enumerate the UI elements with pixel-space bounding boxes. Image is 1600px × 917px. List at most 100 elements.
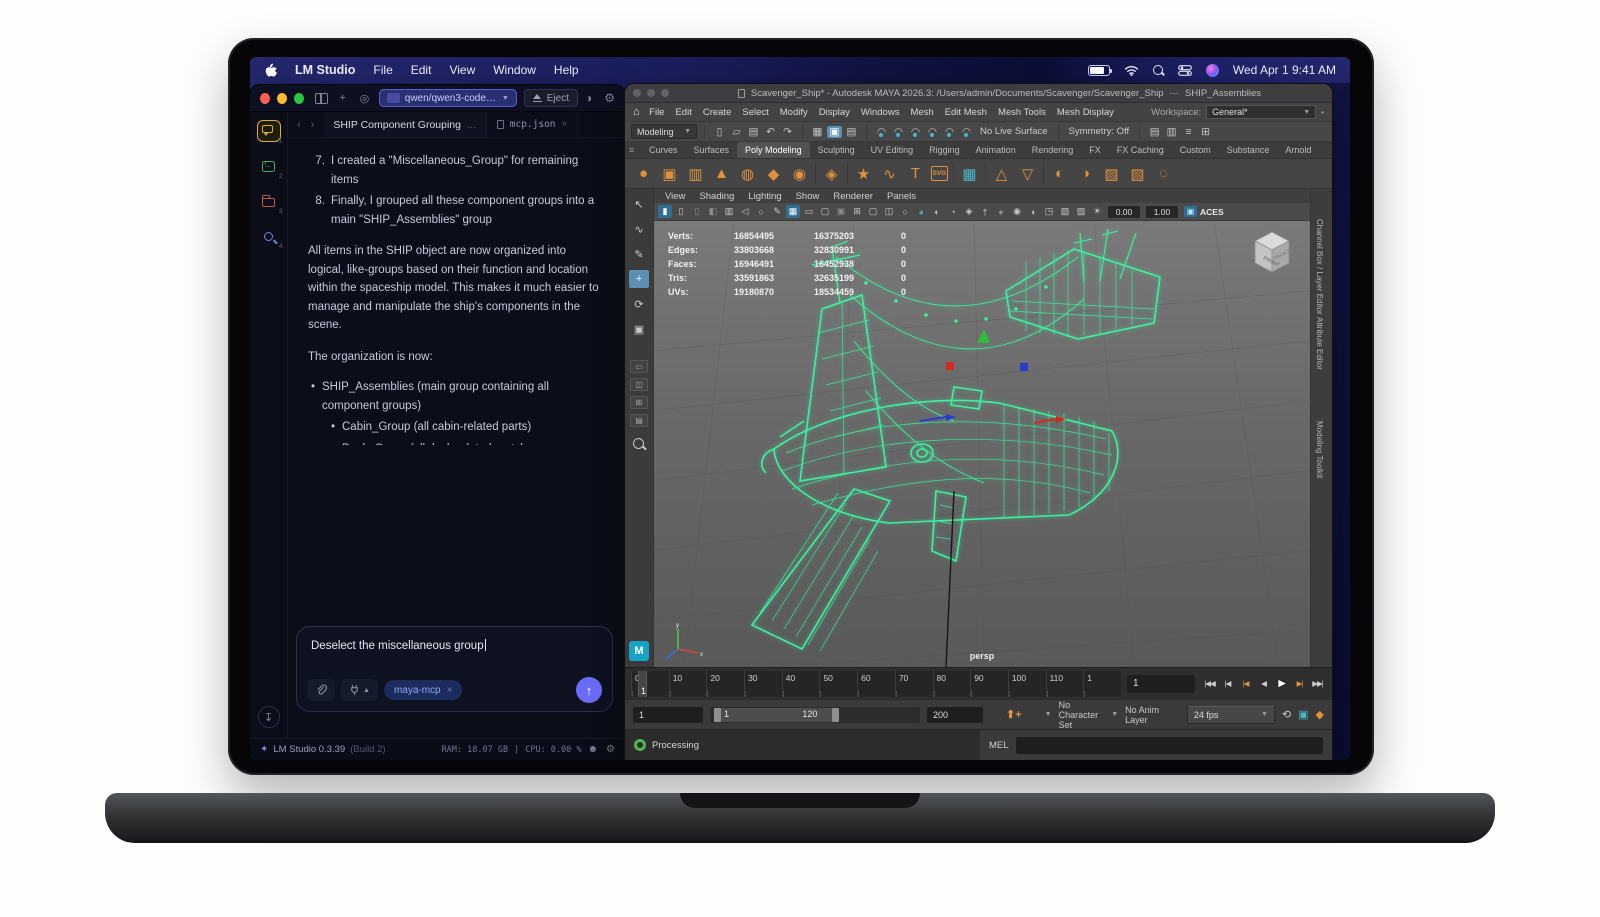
battery-icon[interactable] xyxy=(1088,65,1110,76)
outliner-layout-icon[interactable]: ▤ xyxy=(630,414,648,427)
animation-prefs-icon[interactable]: ◆ xyxy=(1316,708,1324,721)
select-hierarchy-icon[interactable]: ▦ xyxy=(810,126,825,138)
paint-select-tool-icon[interactable]: ✎ xyxy=(629,245,649,263)
shelf-sep[interactable] xyxy=(815,164,816,184)
model-selector[interactable]: qwen/qwen3-coder-... ▼ xyxy=(379,89,517,107)
maya-menu-item[interactable]: Edit Mesh xyxy=(939,107,992,118)
maya-menu-item[interactable]: Display xyxy=(813,107,855,118)
shelf-tab[interactable]: Sculpting xyxy=(810,142,863,158)
panel-menu-item[interactable]: Lighting xyxy=(741,191,788,202)
menubar-menu-item[interactable]: File xyxy=(373,63,392,77)
select-object-icon[interactable]: ▣ xyxy=(827,126,842,138)
four-pane-layout-icon[interactable]: ⊞ xyxy=(630,396,648,409)
tab-mcp-json[interactable]: mcp.json × xyxy=(487,112,579,137)
sidebar-developer-button[interactable]: 2 xyxy=(257,155,281,177)
chat-input[interactable]: Deselect the miscellaneous group xyxy=(311,639,600,652)
user-icon[interactable]: ☻ xyxy=(588,744,599,755)
character-set-selector[interactable]: No Character Set xyxy=(1059,700,1105,730)
maya-menu-item[interactable]: Create xyxy=(697,107,737,118)
gamma-field[interactable]: 1.00 xyxy=(1146,206,1178,218)
apple-menu-icon[interactable] xyxy=(264,63,277,78)
snap-projected-center-icon[interactable]: ◠ xyxy=(925,126,940,138)
panel-menu-item[interactable]: Renderer xyxy=(826,191,880,202)
tab-menu-icon[interactable]: ... xyxy=(467,119,476,131)
panel-menu-item[interactable]: View xyxy=(658,191,692,202)
open-scene-icon[interactable]: ▱ xyxy=(729,126,744,138)
go-to-end-icon[interactable]: ▶▶| xyxy=(1309,676,1326,692)
image-plane-icon[interactable]: ▥ xyxy=(722,205,736,218)
boolean-union-icon[interactable]: ◐ xyxy=(1049,163,1070,184)
step-forward-key-icon[interactable]: ▶| xyxy=(1291,676,1308,692)
shelf-tab[interactable]: FX Caching xyxy=(1109,142,1172,158)
shelf-sep[interactable] xyxy=(953,164,954,184)
spotlight-search-icon[interactable] xyxy=(1153,65,1164,76)
snap-curve-icon[interactable]: ◠ xyxy=(891,126,906,138)
uv-editor-icon[interactable]: ▦ xyxy=(959,163,980,184)
control-center-icon[interactable] xyxy=(1178,65,1192,76)
undo-icon[interactable]: ↶ xyxy=(763,126,778,138)
rotate-tool-icon[interactable]: ⟳ xyxy=(629,295,649,313)
minimize-window-button[interactable] xyxy=(647,89,655,97)
current-frame-field[interactable]: 1 xyxy=(1127,675,1195,693)
safe-action-icon[interactable]: ▢ xyxy=(866,205,880,218)
poly-cylinder-icon[interactable]: ▥ xyxy=(685,163,706,184)
maya-menu-item[interactable]: File xyxy=(644,107,670,118)
sweep-mesh-icon[interactable]: ★ xyxy=(853,163,874,184)
joints-xray-icon[interactable]: ▨ xyxy=(1074,205,1088,218)
construction-plane-icon[interactable]: △ xyxy=(991,163,1012,184)
shaded-icon[interactable]: ◕ xyxy=(914,205,928,218)
type-tool-icon[interactable]: T xyxy=(905,163,926,184)
anim-layer-selector[interactable]: No Anim Layer xyxy=(1125,705,1164,725)
wireframe-icon[interactable]: ○ xyxy=(898,205,912,218)
animation-start-field[interactable]: 1 xyxy=(633,707,703,723)
shelf-tab[interactable]: UV Editing xyxy=(863,142,922,158)
sidebar-my-models-button[interactable]: 3 xyxy=(257,190,281,212)
chat-input-box[interactable]: Deselect the miscellaneous group ▲ xyxy=(296,626,613,712)
new-chat-button[interactable]: + xyxy=(335,92,350,104)
zoom-window-button[interactable] xyxy=(661,89,669,97)
settings-gear-icon[interactable]: ⚙ xyxy=(606,744,615,755)
exposure-field[interactable]: 0.00 xyxy=(1108,206,1140,218)
playback-range-slider[interactable]: 1 120 xyxy=(710,707,920,723)
panel-menu-item[interactable]: Panels xyxy=(880,191,923,202)
maya-menu-item[interactable]: Mesh Display xyxy=(1051,107,1119,118)
channel-box-tab[interactable]: Channel Box / Layer Editor xyxy=(1315,219,1324,315)
safe-title-icon[interactable]: ◫ xyxy=(882,205,896,218)
mel-command-input[interactable] xyxy=(1016,737,1323,754)
move-tool-icon[interactable]: + xyxy=(629,270,649,288)
viewport-canvas[interactable]: Verts: 16854495 16375203 0 Edges: 338036… xyxy=(654,221,1310,667)
screen-space-ao-icon[interactable]: † xyxy=(978,205,992,218)
multisample-icon[interactable]: ◉ xyxy=(1010,205,1024,218)
maya-menu-item[interactable]: Windows xyxy=(855,107,905,118)
separate-icon[interactable]: ▧ xyxy=(1127,163,1148,184)
symmetry-label[interactable]: Symmetry: Off xyxy=(1066,126,1133,137)
menubar-app-name[interactable]: LM Studio xyxy=(295,63,355,77)
render-settings-icon[interactable]: ⊞ xyxy=(1198,126,1213,138)
snap-grid-icon[interactable]: ◠ xyxy=(874,126,889,138)
tools-wrench-icon[interactable]: ⚙ xyxy=(604,91,615,105)
play-forwards-icon[interactable]: ▶ xyxy=(1273,676,1290,692)
timeline-ruler[interactable]: 01020304050607080901001101 1 xyxy=(631,671,1121,697)
view-cube[interactable]: FRONT FRONT xyxy=(1246,225,1298,281)
modeling-toolkit-tab[interactable]: Modeling Toolkit xyxy=(1315,421,1324,478)
shelf-tab[interactable]: Custom xyxy=(1172,142,1219,158)
shelf-tab[interactable]: Poly Modeling xyxy=(737,142,810,158)
wifi-icon[interactable] xyxy=(1124,65,1139,76)
tab-back-icon[interactable]: ‹ xyxy=(297,119,301,131)
mel-label[interactable]: MEL xyxy=(989,740,1009,751)
panel-menu-item[interactable]: Show xyxy=(789,191,827,202)
lighting-icon[interactable]: ◔ xyxy=(946,205,960,218)
step-back-key-icon[interactable]: |◀ xyxy=(1237,676,1254,692)
animation-end-field[interactable]: 200 xyxy=(927,707,983,723)
maya-menu-item[interactable]: Edit xyxy=(670,107,697,118)
workspace-lock-icon[interactable]: ▪ xyxy=(1321,108,1324,117)
color-management-icon[interactable]: ▣ xyxy=(1184,206,1197,217)
move-manipulator[interactable] xyxy=(920,329,1066,423)
shelf-tab[interactable]: Substance xyxy=(1219,142,1278,158)
maya-home-icon[interactable]: ⌂ xyxy=(633,106,640,118)
zoom-window-button[interactable] xyxy=(294,93,304,104)
curve-tool-icon[interactable]: ∿ xyxy=(879,163,900,184)
fps-selector[interactable]: 24 fps ▼ xyxy=(1187,706,1275,724)
outliner-zoom-icon[interactable] xyxy=(633,438,645,450)
select-camera-icon[interactable]: ▮ xyxy=(658,205,672,218)
